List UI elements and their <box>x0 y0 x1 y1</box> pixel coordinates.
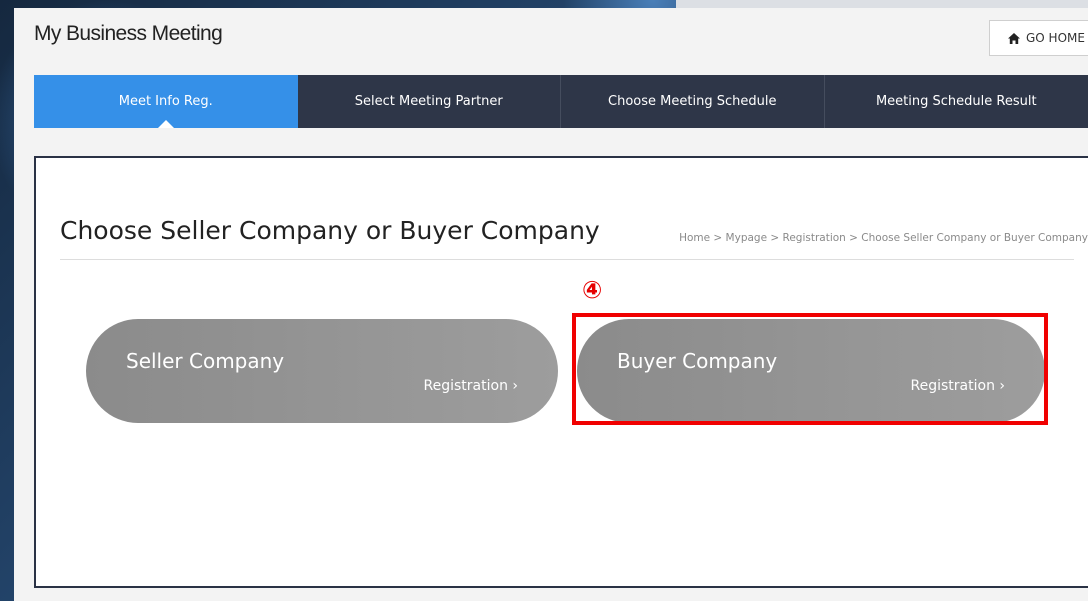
tab-label: Meet Info Reg. <box>118 94 213 109</box>
seller-registration-link: Registration › <box>423 378 518 394</box>
breadcrumb: Home > Mypage > Registration > Choose Se… <box>679 232 1088 244</box>
step-number-marker: ④ <box>582 276 603 304</box>
app-window: My Business Meeting GO HOME Meet Info Re… <box>14 8 1088 601</box>
seller-company-label: Seller Company <box>126 349 285 373</box>
tab-choose-meeting-schedule[interactable]: Choose Meeting Schedule <box>561 75 825 128</box>
tab-select-meeting-partner[interactable]: Select Meeting Partner <box>298 75 561 128</box>
seller-company-button[interactable]: Seller Company Registration › <box>86 319 558 423</box>
page-title: Choose Seller Company or Buyer Company <box>60 216 600 245</box>
step-nav: Meet Info Reg. Select Meeting Partner Ch… <box>34 75 1088 128</box>
title-divider <box>60 259 1074 260</box>
content-panel: Choose Seller Company or Buyer Company H… <box>34 156 1088 588</box>
tab-label: Choose Meeting Schedule <box>608 94 777 109</box>
tab-label: Meeting Schedule Result <box>875 94 1037 109</box>
home-icon <box>1008 32 1020 44</box>
highlight-annotation-box <box>572 313 1048 425</box>
tab-label: Select Meeting Partner <box>354 94 503 109</box>
tab-meet-info-reg[interactable]: Meet Info Reg. <box>34 75 298 128</box>
go-home-button[interactable]: GO HOME <box>989 20 1088 56</box>
tab-meeting-schedule-result[interactable]: Meeting Schedule Result <box>825 75 1088 128</box>
app-title: My Business Meeting <box>34 22 223 45</box>
go-home-label: GO HOME <box>1026 31 1085 45</box>
